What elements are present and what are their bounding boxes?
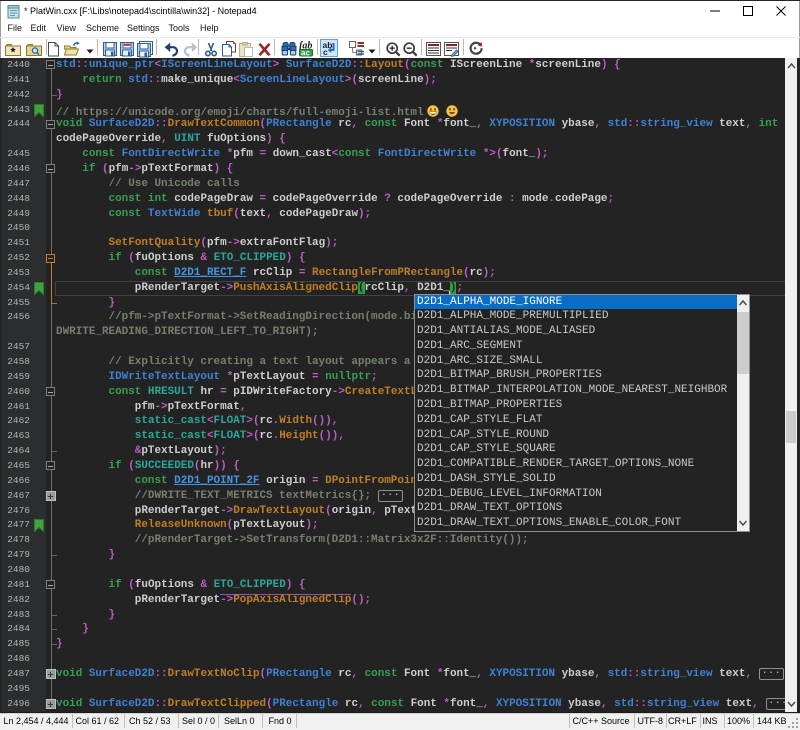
svg-text:c: c <box>323 47 328 57</box>
svg-text:ac: ac <box>301 49 310 58</box>
